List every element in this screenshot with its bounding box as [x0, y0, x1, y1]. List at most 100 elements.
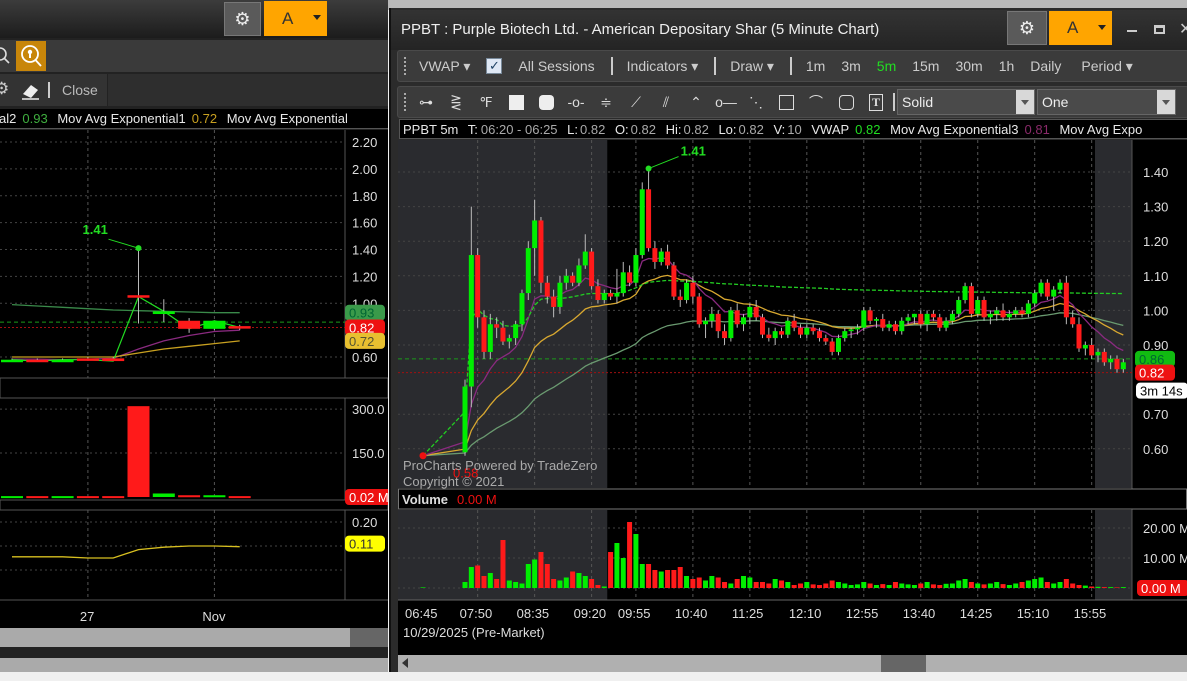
candle-body: [899, 320, 905, 332]
trend-line-icon[interactable]: ⟋: [623, 90, 649, 114]
vwap-checkbox[interactable]: ✓: [486, 58, 503, 74]
period-dropdown[interactable]: Period ▾: [1081, 58, 1132, 75]
candle-body: [102, 358, 125, 362]
volume-bar: [835, 582, 841, 588]
candle-body: [981, 300, 987, 318]
caret-down-icon: [313, 15, 321, 20]
period-1m[interactable]: 1m: [806, 58, 825, 74]
parallel-lines-icon[interactable]: ⋛: [443, 90, 469, 114]
right-scroll-thumb[interactable]: [881, 655, 926, 672]
regression-icon[interactable]: ⋱: [743, 90, 769, 114]
candle-body: [152, 311, 175, 315]
volume-bar: [608, 552, 614, 588]
period-5m[interactable]: 5m: [877, 58, 896, 74]
time-axis-label: 11:25: [732, 606, 764, 621]
candle-body: [1076, 324, 1082, 349]
volume-bar: [956, 580, 962, 588]
angle-line-icon[interactable]: ⌃: [683, 90, 709, 114]
candle-body: [1057, 282, 1063, 290]
candle-body: [722, 331, 728, 339]
left-settings-button[interactable]: ⚙: [224, 2, 261, 36]
rectangle-icon[interactable]: [773, 90, 799, 114]
volume-bar: [741, 576, 747, 588]
gear-icon[interactable]: ⚙: [0, 79, 9, 99]
text-tool-icon[interactable]: T: [863, 90, 889, 114]
maximize-button[interactable]: [1154, 25, 1165, 34]
period-3m[interactable]: 3m: [841, 58, 860, 74]
minimize-button[interactable]: [1127, 30, 1137, 32]
volume-bar: [1095, 586, 1101, 588]
right-account-button[interactable]: A: [1049, 11, 1112, 45]
volume-bar: [1000, 584, 1006, 588]
candle-body: [785, 320, 791, 335]
time-axis-label: 12:10: [789, 606, 822, 621]
period-30m[interactable]: 30m: [955, 58, 982, 74]
period-15m[interactable]: 15m: [912, 58, 939, 74]
volume-bar: [589, 579, 595, 588]
candle-body: [880, 319, 886, 328]
volume-bar: [1025, 580, 1031, 588]
ellipse-icon[interactable]: [833, 90, 859, 114]
left-scroll-thumb[interactable]: [350, 628, 388, 647]
candle-body: [962, 286, 968, 301]
line-width-select[interactable]: One: [1037, 89, 1176, 115]
candle-body: [557, 282, 563, 307]
premarket-shading: [398, 140, 608, 488]
search-icon[interactable]: [0, 46, 12, 66]
draw-dropdown[interactable]: Draw ▾: [730, 58, 774, 75]
line-segment-icon[interactable]: ⊶: [413, 90, 439, 114]
right-settings-button[interactable]: ⚙: [1007, 11, 1047, 45]
horizontal-line-icon[interactable]: -o-: [563, 90, 589, 114]
rounded-rect-filled-icon[interactable]: [533, 90, 559, 114]
eraser-icon[interactable]: [20, 81, 42, 101]
scroll-left-arrow-icon[interactable]: [402, 658, 408, 668]
close-button[interactable]: Close: [62, 82, 98, 98]
candle-body: [633, 255, 639, 283]
toolbar-grip[interactable]: [404, 57, 407, 75]
candle-body: [823, 338, 829, 342]
candle-body: [994, 310, 1000, 314]
left-horizontal-scrollbar[interactable]: [0, 628, 350, 647]
left-title-bar: [0, 0, 388, 38]
left-account-button[interactable]: A: [264, 1, 327, 36]
ray-icon[interactable]: o—: [713, 90, 739, 114]
left-lower-scrollbar[interactable]: [0, 658, 388, 672]
period-1h[interactable]: 1h: [999, 58, 1015, 74]
volume-bar: [1, 496, 23, 499]
key-search-button[interactable]: [16, 41, 46, 71]
volume-bar: [943, 583, 949, 588]
left-chart-canvas[interactable]: 2.202.001.801.601.401.201.000.60300.0150…: [0, 130, 388, 630]
volume-bar: [829, 580, 835, 588]
high-value: 0.82: [683, 122, 709, 137]
line-style-select[interactable]: Solid: [897, 89, 1035, 115]
high-leader: [648, 156, 679, 170]
period-daily[interactable]: Daily: [1030, 58, 1061, 74]
rectangle-filled-icon[interactable]: [503, 90, 529, 114]
candle-body: [829, 341, 835, 352]
time-axis-label: 09:20: [574, 606, 607, 621]
volume-bar: [924, 582, 930, 588]
price-tick-label: 1.00: [1143, 303, 1168, 318]
vwap-value: 0.82: [855, 122, 881, 137]
close-window-button[interactable]: ✕: [1179, 19, 1187, 39]
candle-body: [1070, 317, 1076, 325]
volume-bar: [848, 585, 854, 588]
arc-icon[interactable]: ⌒: [803, 90, 829, 114]
volume-bar: [633, 534, 639, 588]
left-chart-window: ⚙ A ⚙ Close Mov Avg Exponential2 0.93 Mov…: [0, 0, 388, 672]
all-sessions-toggle[interactable]: All Sessions: [518, 58, 594, 74]
right-chart-canvas[interactable]: 1.40 1.30 1.20 1.10 1.00 0.90 0.70 0.60 20.00 M 1…: [398, 140, 1187, 647]
toolbar-grip[interactable]: [404, 93, 407, 111]
right-horizontal-scrollbar[interactable]: [398, 655, 1187, 672]
pitchfork-icon[interactable]: ⫽: [653, 90, 679, 114]
ema3-label: Mov Avg Exponential3: [890, 122, 1019, 137]
indicators-dropdown[interactable]: Indicators ▾: [627, 58, 699, 75]
volume-bar: [1038, 577, 1044, 588]
candle-body: [766, 334, 772, 339]
fibonacci-icon[interactable]: ℉: [473, 90, 499, 114]
high-label: 1.41: [83, 222, 108, 237]
channel-icon[interactable]: ≑: [593, 90, 619, 114]
vwap-dropdown[interactable]: VWAP ▾: [419, 58, 470, 75]
candle-body: [26, 359, 49, 363]
left-toolbar-2: ⚙ Close: [0, 74, 107, 106]
